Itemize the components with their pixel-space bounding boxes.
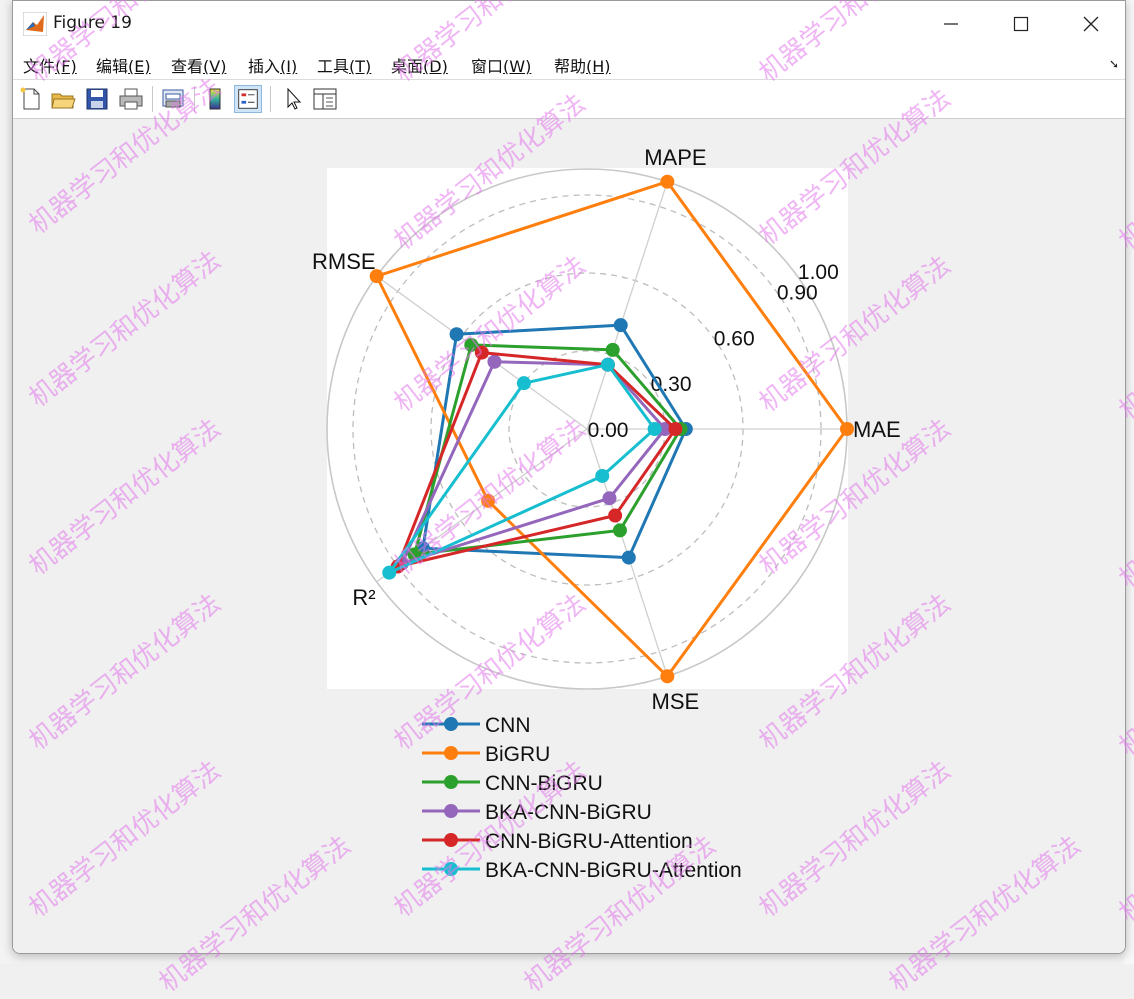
data-point-2-1 xyxy=(605,342,620,357)
data-point-1-0 xyxy=(840,422,854,436)
data-point-4-0 xyxy=(668,422,683,436)
data-point-5-0 xyxy=(647,422,662,436)
data-point-5-2 xyxy=(516,376,531,391)
data-point-0-4 xyxy=(621,550,636,565)
legend-marker-0 xyxy=(444,717,458,731)
axis-label-2: RMSE xyxy=(312,249,376,274)
data-point-1-2 xyxy=(369,269,384,284)
data-point-2-4 xyxy=(612,523,627,538)
legend-marker-3 xyxy=(444,804,458,818)
radial-tick-label-4: 1.00 xyxy=(798,261,839,284)
legend-marker-4 xyxy=(444,833,458,847)
radar-chart: 0.000.300.600.901.00 MAEMAPERMSER²MSE CN… xyxy=(312,145,901,882)
axis-label-1: MAPE xyxy=(644,145,706,170)
legend-label-4: CNN-BiGRU-Attention xyxy=(485,830,693,853)
data-point-4-4 xyxy=(608,508,623,523)
legend-label-5: BKA-CNN-BiGRU-Attention xyxy=(485,859,742,882)
data-point-1-1 xyxy=(660,174,675,189)
legend-label-1: BiGRU xyxy=(485,743,550,766)
radial-tick-label-2: 0.60 xyxy=(714,327,755,350)
legend-marker-1 xyxy=(444,746,458,760)
data-point-5-1 xyxy=(600,357,615,372)
legend-label-0: CNN xyxy=(485,714,531,737)
data-point-5-3 xyxy=(382,565,397,580)
data-point-1-4 xyxy=(660,669,675,684)
radial-tick-label-3: 0.90 xyxy=(777,281,818,304)
data-point-1-3 xyxy=(481,493,496,508)
data-point-3-2 xyxy=(487,354,502,369)
legend-label-2: CNN-BiGRU xyxy=(485,772,603,795)
data-point-5-4 xyxy=(595,468,610,483)
radial-tick-label-0: 0.00 xyxy=(588,419,629,442)
legend: CNN BiGRU CNN-BiGRU BKA-CNN-BiGRU CNN-BiGRU-… xyxy=(422,714,742,882)
axis-label-4: MSE xyxy=(652,689,700,714)
data-point-0-2 xyxy=(449,327,464,342)
data-point-3-4 xyxy=(602,491,617,506)
axis-label-0: MAE xyxy=(853,417,901,442)
legend-label-3: BKA-CNN-BiGRU xyxy=(485,801,652,824)
data-point-0-1 xyxy=(613,318,628,333)
legend-marker-2 xyxy=(444,775,458,789)
axis-label-3: R² xyxy=(352,585,375,610)
data-point-4-2 xyxy=(474,345,489,360)
legend-marker-5 xyxy=(444,862,458,876)
